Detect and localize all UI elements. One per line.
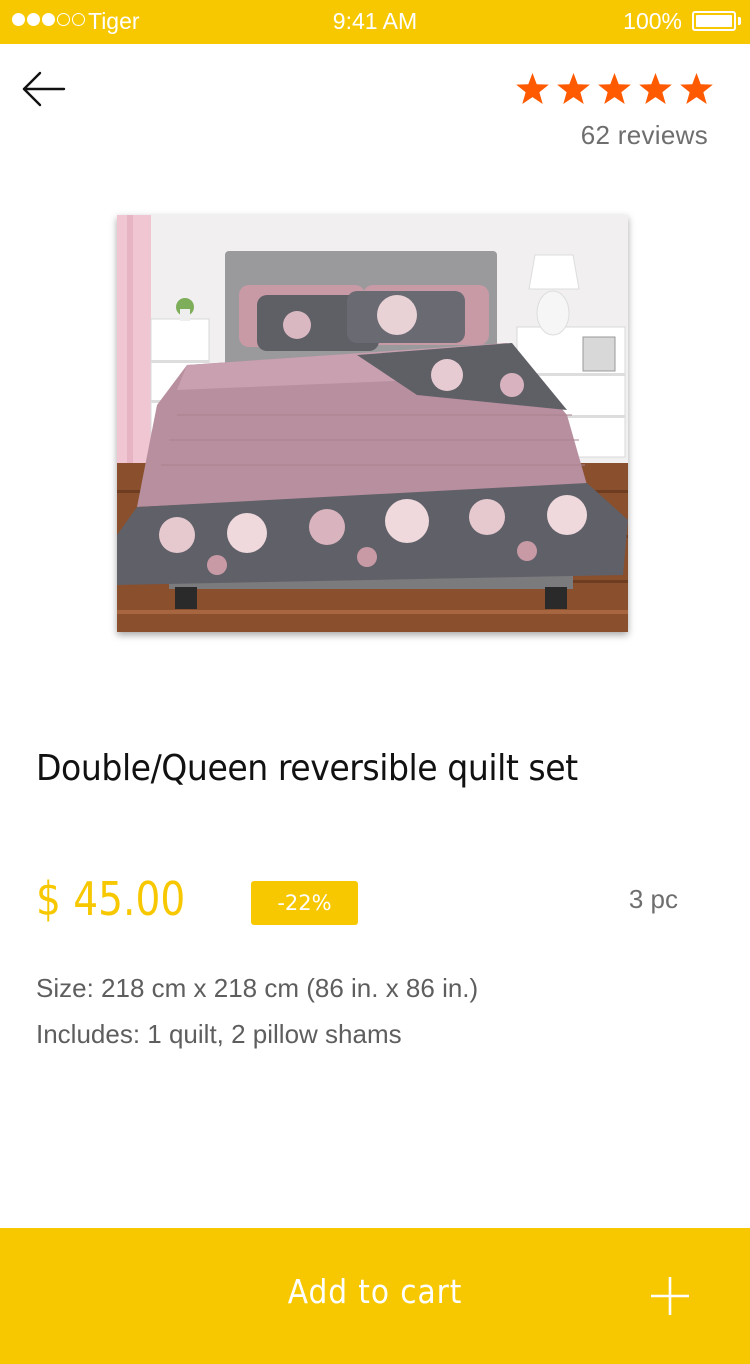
product-price: $ 45.00 — [36, 872, 186, 926]
product-title: Double/Queen reversible quilt set — [36, 748, 578, 789]
battery-icon — [692, 11, 736, 31]
product-size: Size: 218 cm x 218 cm (86 in. x 86 in.) — [36, 973, 479, 1003]
back-button[interactable] — [20, 68, 68, 112]
star-icon — [598, 72, 631, 105]
star-icon — [516, 72, 549, 105]
star-rating[interactable] — [515, 72, 714, 106]
status-bar: Tiger 9:41 AM 100% — [0, 0, 750, 44]
battery-percentage: 100% — [623, 8, 682, 34]
add-to-cart-label: Add to cart — [287, 1272, 463, 1311]
reviews-link[interactable]: 62 reviews — [581, 120, 708, 151]
add-to-cart-button[interactable]: Add to cart — [0, 1228, 750, 1364]
star-icon — [557, 72, 590, 105]
discount-badge: -22% — [251, 881, 358, 925]
star-icon — [639, 72, 672, 105]
battery-tip — [738, 17, 741, 25]
star-icon — [680, 72, 713, 105]
product-includes: Includes: 1 quilt, 2 pillow shams — [36, 1019, 402, 1049]
product-image — [117, 215, 628, 632]
piece-count: 3 pc — [628, 884, 678, 914]
arrow-left-icon — [22, 71, 66, 107]
bed-quilt-illustration — [117, 215, 628, 632]
plus-icon — [651, 1277, 689, 1315]
